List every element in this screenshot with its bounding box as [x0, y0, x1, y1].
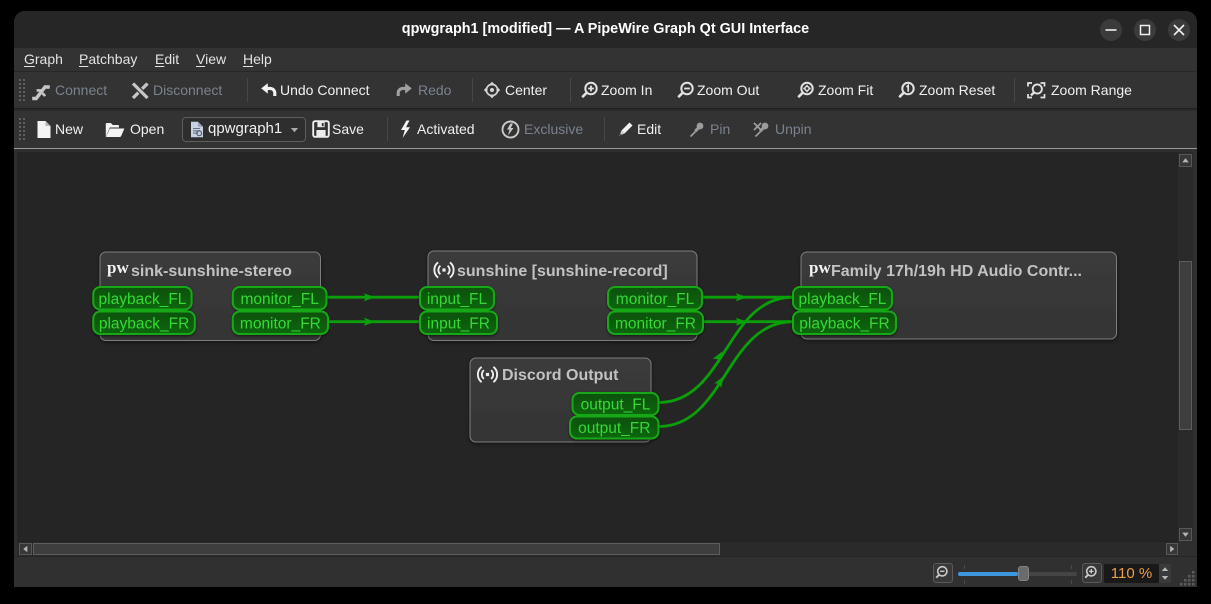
svg-text:input_FL: input_FL — [427, 291, 488, 308]
svg-text:Discord Output: Discord Output — [502, 367, 619, 384]
svg-text:output_FR: output_FR — [578, 420, 650, 437]
svg-text:input_FR: input_FR — [427, 315, 490, 332]
svg-text:output_FL: output_FL — [581, 396, 651, 413]
svg-text:monitor_FL: monitor_FL — [616, 291, 695, 308]
svg-text:pw: pw — [809, 258, 831, 277]
svg-text:pw: pw — [107, 258, 129, 277]
svg-text:sunshine [sunshine-record]: sunshine [sunshine-record] — [457, 263, 668, 280]
svg-text:monitor_FL: monitor_FL — [240, 291, 319, 308]
svg-text:monitor_FR: monitor_FR — [240, 315, 321, 332]
svg-text:playback_FL: playback_FL — [99, 291, 187, 308]
svg-text:monitor_FR: monitor_FR — [615, 315, 696, 332]
svg-text:playback_FR: playback_FR — [799, 315, 889, 332]
svg-text:playback_FL: playback_FL — [799, 291, 887, 308]
svg-text:sink-sunshine-stereo: sink-sunshine-stereo — [131, 263, 292, 280]
svg-text:Family 17h/19h HD Audio Contr.: Family 17h/19h HD Audio Contr... — [831, 263, 1082, 280]
svg-text:playback_FR: playback_FR — [99, 315, 189, 332]
